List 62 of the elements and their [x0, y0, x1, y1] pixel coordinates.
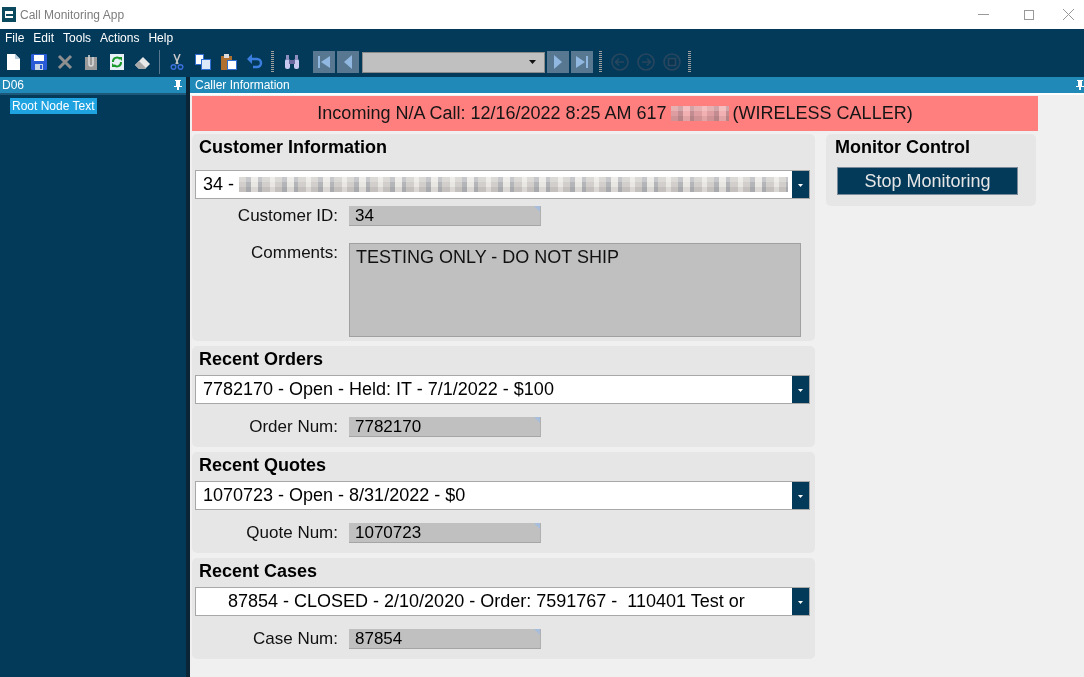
- maximize-icon[interactable]: [1024, 9, 1034, 20]
- panel-title: D06: [2, 78, 24, 92]
- pin-icon[interactable]: [174, 80, 182, 90]
- text-field[interactable]: 7782170: [349, 417, 541, 437]
- caret-icon: [529, 60, 536, 64]
- binoculars-icon[interactable]: [284, 54, 300, 70]
- paste-icon[interactable]: [221, 54, 237, 70]
- minimize-icon[interactable]: [977, 14, 989, 15]
- grip-icon: [599, 51, 602, 73]
- pixelated-redaction: [670, 106, 729, 121]
- delete-icon[interactable]: [57, 54, 73, 70]
- text-field[interactable]: 87854: [349, 629, 541, 649]
- grip-icon: [688, 51, 691, 73]
- text-field[interactable]: 1070723: [349, 523, 541, 543]
- copy-icon[interactable]: [195, 54, 211, 70]
- record-select[interactable]: [362, 51, 545, 73]
- menu-item[interactable]: Edit: [33, 31, 55, 46]
- next-record-button[interactable]: [547, 51, 569, 73]
- last-record-button[interactable]: [571, 51, 593, 73]
- menu-item[interactable]: Help: [148, 31, 174, 46]
- first-record-button[interactable]: [313, 51, 335, 73]
- pin-icon[interactable]: [1076, 80, 1084, 90]
- panel-title: Caller Information: [195, 78, 290, 92]
- new-document-icon[interactable]: [5, 54, 21, 70]
- corner-triangle-icon: [534, 206, 540, 212]
- banner-text: Incoming N/A Call: 12/16/2022 8:25 AM 617: [317, 103, 667, 124]
- save-icon[interactable]: [31, 54, 47, 70]
- menu-item[interactable]: Tools: [63, 31, 92, 46]
- field-label: Comments:: [250, 243, 338, 263]
- corner-triangle-icon: [534, 417, 540, 423]
- section-title: Customer Information: [198, 136, 388, 159]
- menu-item[interactable]: Actions: [100, 31, 140, 46]
- close-icon[interactable]: [1062, 9, 1074, 20]
- grip-icon: [271, 51, 274, 73]
- window-title: Call Monitoring App: [20, 7, 125, 22]
- menu-item[interactable]: File: [5, 31, 25, 46]
- banner-text: (WIRELESS CALLER): [732, 103, 913, 124]
- section-title: Recent Orders: [198, 348, 325, 371]
- eraser-icon[interactable]: [135, 54, 151, 70]
- corner-triangle-icon: [534, 523, 540, 529]
- field-label: Customer ID:: [236, 206, 338, 226]
- section-title: Recent Cases: [198, 560, 319, 583]
- skip-to-start-icon: [317, 55, 331, 69]
- cut-icon[interactable]: [169, 54, 185, 70]
- undo-icon[interactable]: [247, 54, 263, 70]
- comments-field[interactable]: TESTING ONLY - DO NOT SHIP: [349, 243, 801, 337]
- field-label: Order Num:: [248, 417, 338, 437]
- combo-box[interactable]: 1070723 - Open - 8/31/2022 - $0: [195, 481, 810, 510]
- skip-to-end-icon: [575, 55, 589, 69]
- corner-triangle-icon: [534, 629, 540, 635]
- refresh-icon[interactable]: [109, 54, 125, 70]
- section-title: Recent Quotes: [198, 454, 328, 477]
- field-label: Quote Num:: [245, 523, 338, 543]
- text-field[interactable]: 34: [349, 206, 541, 226]
- field-label: Case Num:: [251, 629, 338, 649]
- combo-box[interactable]: 34 -: [195, 170, 810, 199]
- combo-box[interactable]: 7782170 - Open - Held: IT - 7/1/2022 - $100: [195, 375, 810, 404]
- stop-monitoring-button[interactable]: Stop Monitoring: [837, 167, 1018, 195]
- combo-box[interactable]: 87854 - CLOSED - 2/10/2020 - Order: 7591767 - 110401 Test or: [195, 587, 810, 616]
- section-title: Monitor Control: [834, 136, 971, 159]
- paperclip-icon[interactable]: [83, 54, 99, 70]
- previous-record-button[interactable]: [337, 51, 359, 73]
